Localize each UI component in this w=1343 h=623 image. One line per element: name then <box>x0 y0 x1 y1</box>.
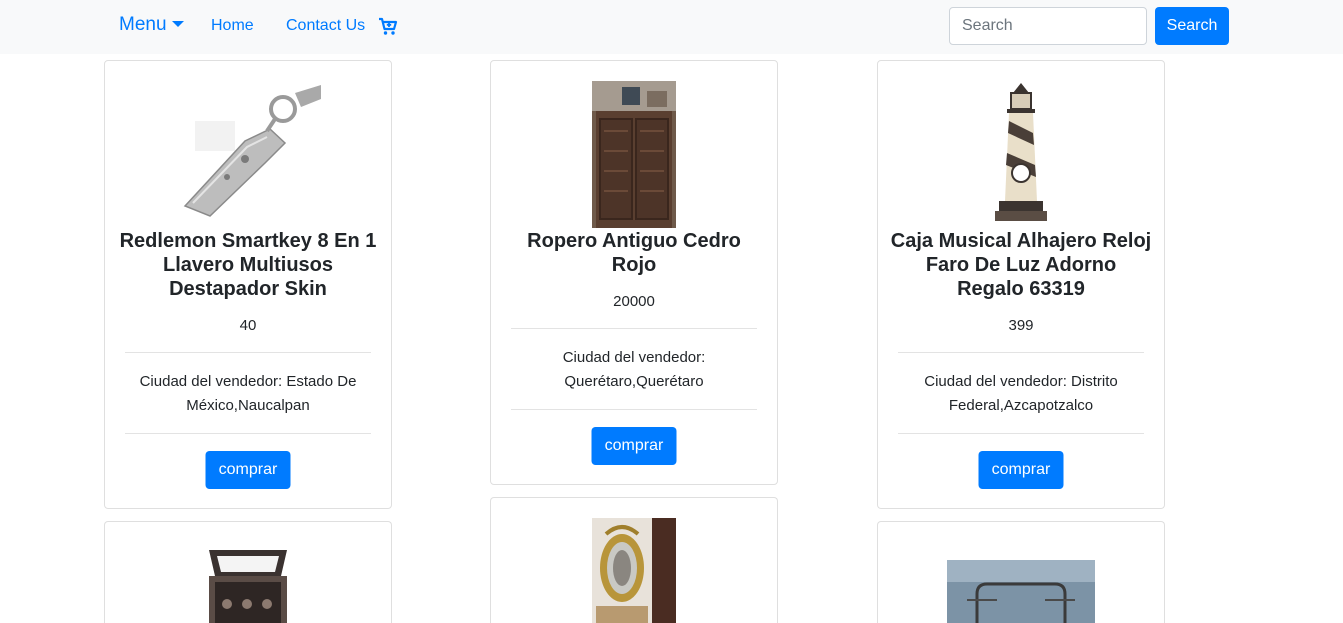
product-title: Redlemon Smartkey 8 En 1 Llavero Multius… <box>119 230 377 300</box>
product-image <box>592 518 676 623</box>
product-card: Redlemon Smartkey 8 En 1 Llavero Multius… <box>104 60 392 509</box>
cart-plus-icon[interactable] <box>378 16 398 36</box>
product-price: 40 <box>239 317 257 334</box>
product-price: 20000 <box>613 293 655 310</box>
product-card <box>877 521 1165 623</box>
divider <box>125 352 371 353</box>
nav-home-link[interactable]: Home <box>211 17 254 35</box>
product-image <box>175 81 321 227</box>
product-card: Caja Musical Alhajero Reloj Faro De Luz … <box>877 60 1165 509</box>
product-card <box>104 521 392 623</box>
product-card <box>490 497 778 623</box>
product-title: Ropero Antiguo Cedro Rojo <box>527 230 741 276</box>
search-input[interactable] <box>949 7 1147 45</box>
navbar: Menu Home Contact Us Search <box>0 0 1343 54</box>
buy-button[interactable]: comprar <box>205 451 291 489</box>
menu-dropdown[interactable]: Menu <box>119 14 184 36</box>
seller-city: Ciudad del vendedor: Querétaro,Querétaro <box>562 349 706 390</box>
seller-city: Ciudad del vendedor: Estado De México,Na… <box>139 373 357 414</box>
product-price: 399 <box>1008 317 1034 334</box>
buy-button[interactable]: comprar <box>591 427 677 465</box>
buy-button[interactable]: comprar <box>978 451 1064 489</box>
divider <box>511 328 757 329</box>
nav-contact-link[interactable]: Contact Us <box>286 17 365 35</box>
divider <box>898 352 1144 353</box>
product-image <box>592 81 676 228</box>
product-title: Caja Musical Alhajero Reloj Faro De Luz … <box>890 230 1152 300</box>
divider <box>898 433 1144 434</box>
product-image <box>203 542 293 623</box>
product-card: Ropero Antiguo Cedro Rojo 20000 Ciudad d… <box>490 60 778 485</box>
product-image <box>991 81 1051 227</box>
menu-label: Menu <box>119 14 167 35</box>
caret-down-icon <box>171 21 184 27</box>
divider <box>125 433 371 434</box>
product-image <box>947 560 1095 623</box>
search-button[interactable]: Search <box>1155 7 1229 45</box>
seller-city: Ciudad del vendedor: Distrito Federal,Az… <box>924 373 1118 414</box>
divider <box>511 409 757 410</box>
